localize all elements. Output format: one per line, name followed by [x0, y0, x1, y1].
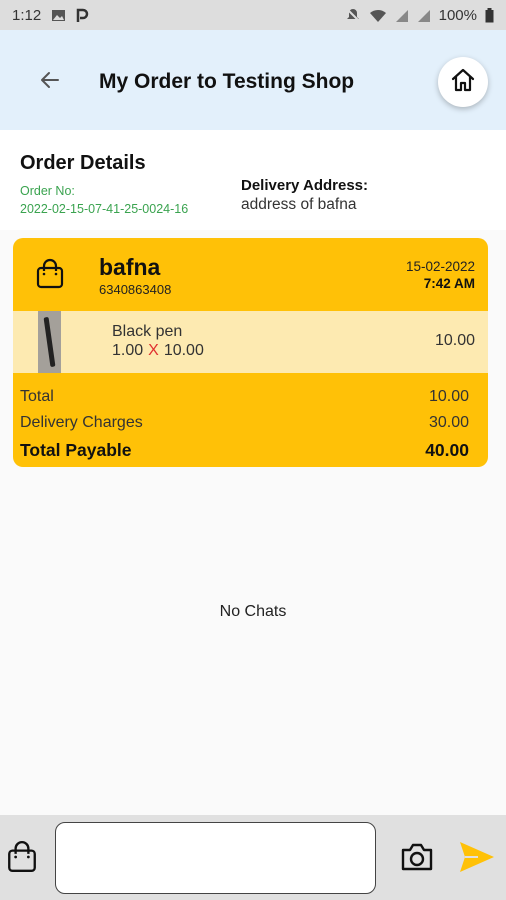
chat-input-bar	[0, 815, 506, 900]
arrow-left-icon	[38, 68, 62, 97]
order-date: 15-02-2022	[405, 259, 475, 274]
delivery-charges-value: 30.00	[428, 414, 469, 431]
item-qty: 1.00	[112, 342, 144, 359]
total-label: Total	[20, 388, 54, 405]
order-card-header: bafna 6340863408 15-02-2022 7:42 AM	[13, 238, 488, 311]
p-icon	[76, 8, 89, 23]
mute-icon	[345, 7, 361, 23]
delivery-charges-row: Delivery Charges 30.00	[20, 414, 469, 432]
back-button[interactable]	[30, 64, 70, 100]
customer-name: bafna	[99, 254, 161, 280]
content-area: Order Details Order No: 2022-02-15-07-41…	[0, 130, 506, 815]
order-card[interactable]: bafna 6340863408 15-02-2022 7:42 AM Blac…	[13, 238, 488, 467]
item-name: Black pen	[112, 323, 183, 340]
order-time: 7:42 AM	[423, 276, 475, 291]
signal-icon	[417, 8, 431, 23]
home-button[interactable]	[438, 57, 488, 107]
signal-icon	[395, 8, 409, 23]
message-input[interactable]	[55, 822, 376, 894]
status-time: 1:12	[12, 6, 42, 24]
order-item-row: Black pen 1.00 X 10.00 10.00	[13, 311, 488, 373]
wifi-icon	[369, 8, 387, 23]
no-chats-text: No Chats	[219, 603, 287, 620]
customer-phone: 6340863408	[99, 282, 172, 297]
send-icon[interactable]	[458, 840, 496, 879]
battery-icon	[485, 7, 494, 23]
page-title: My Order to Testing Shop	[99, 70, 355, 93]
delivery-address-value: address of bafna	[241, 196, 357, 213]
image-icon	[51, 8, 66, 23]
order-details-title: Order Details	[20, 152, 146, 174]
order-details-header: Order Details Order No: 2022-02-15-07-41…	[0, 130, 506, 230]
shopping-bag-icon[interactable]	[6, 840, 38, 879]
status-bar: 1:12 100%	[0, 0, 506, 30]
item-qty-price: 1.00 X 10.00	[112, 342, 204, 360]
order-no-label: Order No:	[20, 184, 75, 198]
total-value: 10.00	[428, 388, 469, 405]
camera-icon[interactable]	[399, 840, 435, 879]
shopping-bag-icon	[35, 258, 65, 295]
product-thumbnail	[38, 311, 61, 373]
item-amount: 10.00	[434, 332, 475, 349]
total-payable-label: Total Payable	[20, 440, 132, 460]
delivery-charges-label: Delivery Charges	[20, 414, 143, 431]
totals-section: Total 10.00 Delivery Charges 30.00 Total…	[13, 373, 488, 467]
item-price: 10.00	[163, 342, 204, 359]
order-no-value: 2022-02-15-07-41-25-0024-16	[20, 202, 189, 216]
app-bar: My Order to Testing Shop	[0, 30, 506, 130]
times-sign: X	[148, 342, 159, 359]
total-row: Total 10.00	[20, 388, 469, 406]
total-payable-value: 40.00	[425, 440, 469, 460]
battery-text: 100%	[438, 6, 477, 24]
delivery-address-label: Delivery Address:	[241, 177, 369, 194]
home-icon	[449, 66, 477, 99]
total-payable-row: Total Payable 40.00	[20, 440, 469, 461]
